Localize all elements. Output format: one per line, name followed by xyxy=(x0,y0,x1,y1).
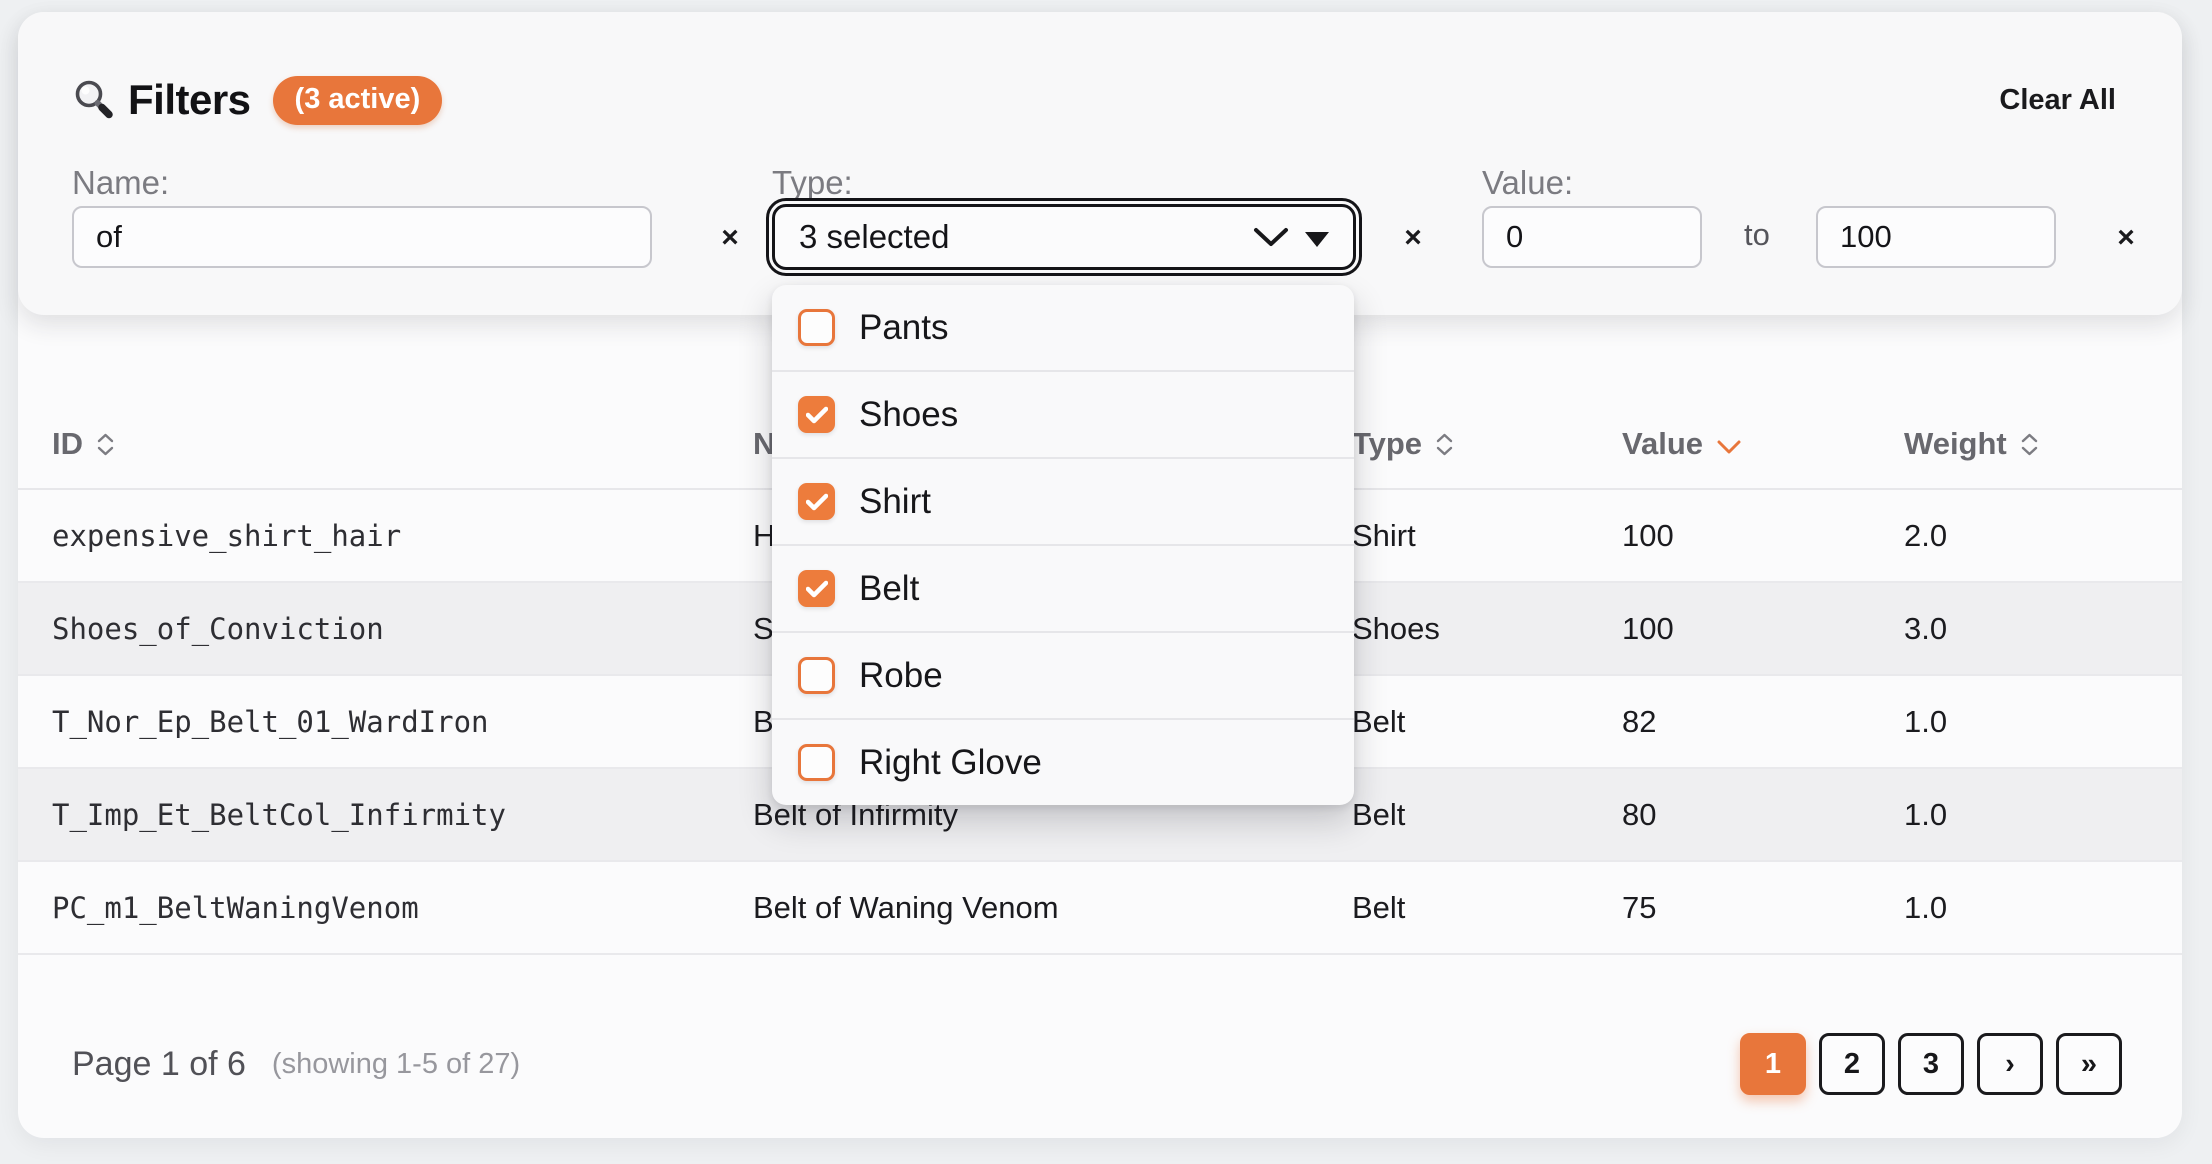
cell-weight: 2.0 xyxy=(1904,518,2182,554)
value-filter-clear-button[interactable]: × xyxy=(2104,216,2148,260)
cell-value: 100 xyxy=(1622,518,1904,554)
page-button-3[interactable]: 3 xyxy=(1898,1033,1964,1095)
clear-all-button[interactable]: Clear All xyxy=(1997,78,2118,123)
cell-weight: 1.0 xyxy=(1904,797,2182,833)
cell-type: Belt xyxy=(1352,890,1622,926)
sort-icon xyxy=(97,433,114,456)
checkbox-icon[interactable] xyxy=(798,570,835,607)
dropdown-option-right-glove[interactable]: Right Glove xyxy=(772,720,1354,805)
column-header-weight[interactable]: Weight xyxy=(1904,426,2182,462)
cell-id: PC_m1_BeltWaningVenom xyxy=(52,891,753,925)
active-filters-badge: (3 active) xyxy=(273,76,443,125)
dropdown-option-pants[interactable]: Pants xyxy=(772,285,1354,372)
cell-id: T_Nor_Ep_Belt_01_WardIron xyxy=(52,705,753,739)
type-filter-dropdown: Pants Shoes Shirt Belt Robe xyxy=(772,285,1354,805)
cell-type: Shoes xyxy=(1352,611,1622,647)
cell-weight: 1.0 xyxy=(1904,890,2182,926)
dropdown-option-shoes[interactable]: Shoes xyxy=(772,372,1354,459)
page-buttons: 1 2 3 › » xyxy=(1740,1033,2122,1095)
sort-icon xyxy=(1436,433,1453,456)
chevron-down-icon xyxy=(1253,226,1289,248)
name-filter-clear-button[interactable]: × xyxy=(708,216,752,260)
filters-panel: Filters (3 active) Clear All Name: × Typ… xyxy=(18,12,2182,315)
page-button-2[interactable]: 2 xyxy=(1819,1033,1885,1095)
showing-info: (showing 1-5 of 27) xyxy=(272,1048,520,1081)
type-filter-selected-summary: 3 selected xyxy=(799,218,1253,256)
filters-title: Filters xyxy=(128,76,251,124)
value-max-input[interactable] xyxy=(1816,206,2056,268)
cell-id: Shoes_of_Conviction xyxy=(52,612,753,646)
cell-value: 80 xyxy=(1622,797,1904,833)
last-page-button[interactable]: » xyxy=(2056,1033,2122,1095)
checkbox-icon[interactable] xyxy=(798,309,835,346)
page-button-1[interactable]: 1 xyxy=(1740,1033,1806,1095)
column-label: ID xyxy=(52,426,83,462)
type-filter-clear-button[interactable]: × xyxy=(1391,216,1435,260)
page-info: Page 1 of 6 xyxy=(72,1045,246,1084)
value-to-label: to xyxy=(1744,217,1770,253)
type-filter-select[interactable]: 3 selected xyxy=(772,204,1356,270)
cell-value: 82 xyxy=(1622,704,1904,740)
column-label: Value xyxy=(1622,426,1703,462)
cell-type: Shirt xyxy=(1352,518,1622,554)
column-label: Weight xyxy=(1904,426,2007,462)
cell-name: Belt of Waning Venom xyxy=(753,890,1352,926)
cell-value: 100 xyxy=(1622,611,1904,647)
cell-type: Belt xyxy=(1352,797,1622,833)
select-arrow-icon xyxy=(1305,232,1329,247)
column-header-value[interactable]: Value xyxy=(1622,426,1904,462)
name-filter-input[interactable] xyxy=(72,206,652,268)
cell-type: Belt xyxy=(1352,704,1622,740)
cell-value: 75 xyxy=(1622,890,1904,926)
checkbox-icon[interactable] xyxy=(798,744,835,781)
search-icon xyxy=(72,78,116,122)
filters-header: Filters (3 active) Clear All xyxy=(72,70,2118,130)
column-header-id[interactable]: ID xyxy=(52,426,753,462)
cell-weight: 3.0 xyxy=(1904,611,2182,647)
sort-desc-icon xyxy=(1717,426,1741,462)
app-surface: Filters (3 active) Clear All Name: × Typ… xyxy=(18,12,2182,1138)
dropdown-option-robe[interactable]: Robe xyxy=(772,633,1354,720)
column-header-type[interactable]: Type xyxy=(1352,426,1622,462)
checkbox-icon[interactable] xyxy=(798,483,835,520)
dropdown-option-label: Pants xyxy=(859,308,949,348)
cell-id: expensive_shirt_hair xyxy=(52,519,753,553)
checkbox-icon[interactable] xyxy=(798,657,835,694)
sort-icon xyxy=(2021,433,2038,456)
value-min-input[interactable] xyxy=(1482,206,1702,268)
dropdown-option-belt[interactable]: Belt xyxy=(772,546,1354,633)
type-filter-label: Type: xyxy=(772,164,853,202)
dropdown-option-label: Belt xyxy=(859,569,919,609)
dropdown-option-label: Right Glove xyxy=(859,743,1042,783)
pagination-bar: Page 1 of 6 (showing 1-5 of 27) 1 2 3 › … xyxy=(72,1028,2122,1100)
table-row[interactable]: PC_m1_BeltWaningVenom Belt of Waning Ven… xyxy=(18,862,2182,955)
value-filter-label: Value: xyxy=(1482,164,1573,202)
name-filter-label: Name: xyxy=(72,164,169,202)
dropdown-option-label: Robe xyxy=(859,656,943,696)
dropdown-option-shirt[interactable]: Shirt xyxy=(772,459,1354,546)
column-label: Type xyxy=(1352,426,1422,462)
dropdown-option-label: Shoes xyxy=(859,395,958,435)
checkbox-icon[interactable] xyxy=(798,396,835,433)
cell-weight: 1.0 xyxy=(1904,704,2182,740)
cell-id: T_Imp_Et_BeltCol_Infirmity xyxy=(52,798,753,832)
dropdown-option-label: Shirt xyxy=(859,482,931,522)
next-page-button[interactable]: › xyxy=(1977,1033,2043,1095)
